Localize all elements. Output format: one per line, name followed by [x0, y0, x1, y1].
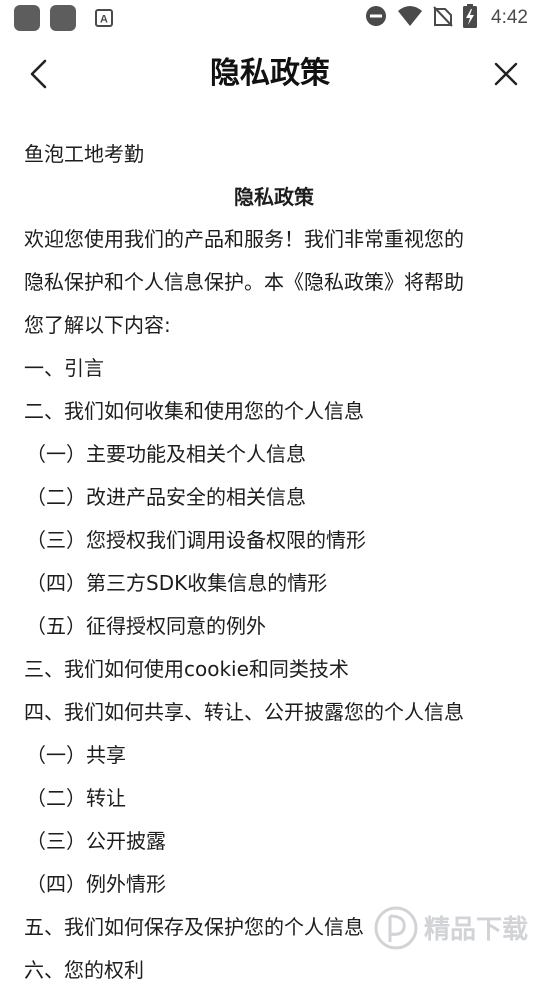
app-icon — [50, 5, 76, 31]
svg-text:A: A — [100, 14, 108, 26]
toc-subsection: （三）您授权我们调用设备权限的情形 — [26, 528, 366, 552]
page-title: 隐私政策 — [210, 56, 330, 91]
battery-charging-icon — [463, 4, 478, 32]
intro-paragraph-line: 您了解以下内容: — [24, 313, 171, 337]
do-not-disturb-icon — [365, 5, 387, 31]
intro-paragraph-line: 隐私保护和个人信息保护。本《隐私政策》将帮助 — [24, 270, 464, 294]
policy-heading: 隐私政策 — [234, 185, 314, 209]
close-icon — [494, 62, 518, 86]
toc-section: 四、我们如何共享、转让、公开披露您的个人信息 — [24, 700, 464, 724]
toc-subsection: （二）改进产品安全的相关信息 — [26, 485, 306, 509]
toc-subsection: （三）公开披露 — [26, 829, 166, 853]
svg-text:精品下载: 精品下载 — [424, 915, 528, 945]
toc-subsection: （二）转让 — [26, 786, 126, 810]
no-sim-icon — [433, 5, 453, 31]
toc-subsection: （五）征得授权同意的例外 — [26, 614, 266, 638]
toc-section: 二、我们如何收集和使用您的个人信息 — [24, 399, 364, 423]
toc-subsection: （一）共享 — [26, 743, 126, 767]
toc-subsection: （四）第三方SDK收集信息的情形 — [26, 571, 328, 595]
status-right: 4:42 — [365, 4, 528, 32]
a-notification-icon: A — [94, 8, 114, 28]
company-name: 鱼泡工地考勤 — [24, 142, 144, 166]
wifi-icon — [397, 5, 423, 31]
status-time: 4:42 — [491, 7, 528, 28]
policy-content: 鱼泡工地考勤 隐私政策 欢迎您使用我们的产品和服务！我们非常重视您的 隐私保护和… — [24, 133, 524, 992]
toc-section: 三、我们如何使用cookie和同类技术 — [24, 657, 349, 681]
app-icon — [14, 5, 40, 31]
toc-subsection: （一）主要功能及相关个人信息 — [26, 442, 306, 466]
watermark-logo: 精品下载 — [374, 898, 534, 956]
intro-paragraph-line: 欢迎您使用我们的产品和服务！我们非常重视您的 — [24, 227, 464, 251]
title-bar: 隐私政策 — [0, 40, 540, 108]
status-left: A — [14, 5, 114, 31]
close-button[interactable] — [486, 54, 526, 94]
status-bar: A 4:42 — [0, 0, 540, 36]
toc-section: 一、引言 — [24, 356, 104, 380]
